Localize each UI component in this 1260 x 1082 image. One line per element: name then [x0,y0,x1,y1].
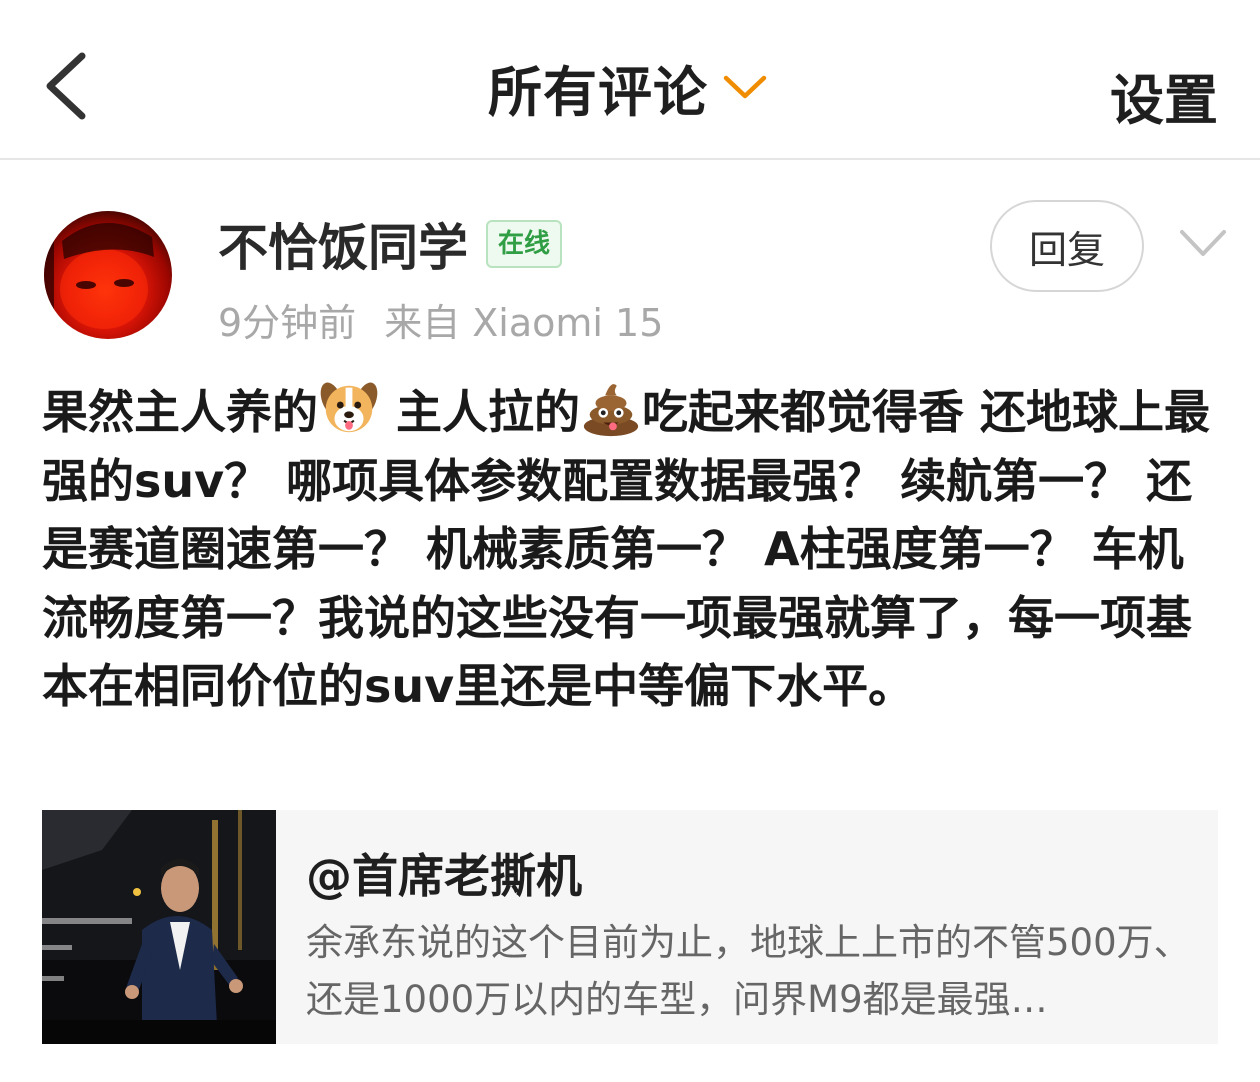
quoted-post-card[interactable]: @首席老撕机 余承东说的这个目前为止，地球上上市的不管500万、还是1000万以… [42,810,1218,1044]
page-title: 所有评论 [488,60,708,124]
chevron-down-icon[interactable] [1178,226,1228,260]
comment-username[interactable]: 不恰饭同学 [218,208,468,280]
quoted-post-thumbnail [42,810,276,1044]
avatar[interactable] [44,211,172,339]
comment-text-part-1: 果然主人养的 [42,385,318,439]
comment-text-part-2: 主人拉的 [380,385,581,439]
dog-face-emoji [320,382,378,433]
settings-button[interactable]: 设置 [1110,56,1218,135]
reply-button[interactable]: 回复 [990,200,1144,292]
chevron-down-icon [723,75,767,99]
back-button[interactable] [30,40,110,130]
pile-of-poo-emoji [583,384,639,437]
comment-text: 果然主人养的 主人拉的 吃起来都觉得香 还地球上最强的suv？ 哪项具体参数配置… [42,376,1224,721]
quoted-post-text: 余承东说的这个目前为止，地球上上市的不管500万、还是1000万以内的车型，问界… [306,921,1191,1021]
top-navigation-bar: 所有评论 设置 [0,0,1260,160]
comment-filter-dropdown[interactable]: 所有评论 [488,52,768,124]
comment-device-source: 来自 Xiaomi 15 [384,301,664,345]
online-status-badge: 在线 [486,220,563,268]
back-chevron-icon [46,52,86,120]
comment-meta: 9分钟前 来自 Xiaomi 15 [218,292,663,347]
quoted-post-author[interactable]: @首席老撕机 [306,840,582,906]
comment-time: 9分钟前 [218,301,357,345]
